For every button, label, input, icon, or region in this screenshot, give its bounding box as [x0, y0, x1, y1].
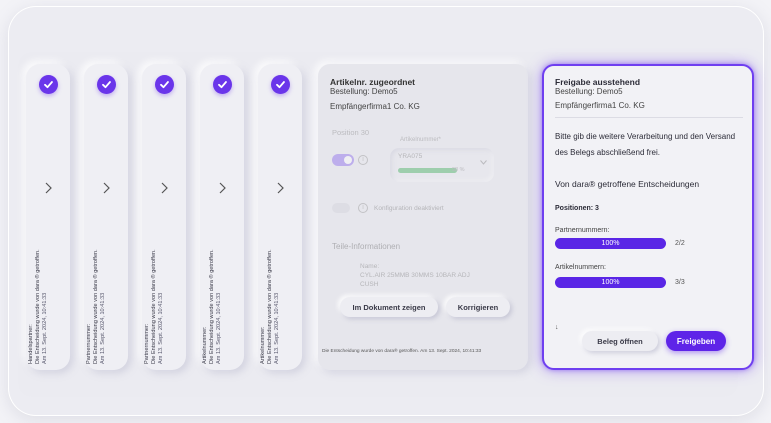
chevron-right-icon[interactable] — [42, 181, 54, 195]
release-message: Bitte gib die weitere Verarbeitung und d… — [555, 132, 736, 157]
check-icon — [213, 75, 232, 94]
article-number-value: YRA075 — [398, 153, 423, 160]
decision-description: Die Entscheidung wurde von dara ® getrof… — [209, 249, 215, 364]
decision-text: Partnernummer: Die Entscheidung wurde von… — [86, 214, 126, 364]
decision-date: Am 13. Sept. 2024, 10:41:33 — [274, 292, 280, 364]
show-in-document-button[interactable]: Im Dokument zeigen — [340, 297, 438, 317]
chevron-right-icon[interactable] — [100, 181, 112, 195]
arrow-down-icon: ↓ — [555, 324, 559, 331]
decision-date: Am 13. Sept. 2024, 10:41:33 — [216, 292, 222, 364]
confidence-percent: 98 % — [452, 167, 465, 173]
divider — [555, 117, 743, 118]
decision-label: Handelspartner: — [28, 324, 34, 364]
decision-card[interactable]: Artikelnummer: Die Entscheidung wurde von… — [200, 64, 244, 370]
configuration-toggle[interactable] — [332, 203, 350, 213]
article-numbers-label: Artikelnummern: — [555, 264, 606, 271]
decision-text: Artikelnummer: Die Entscheidung wurde von… — [202, 214, 242, 364]
decision-description: Die Entscheidung wurde von dara ® getrof… — [267, 249, 273, 364]
decision-description: Die Entscheidung wurde von dara ® getrof… — [35, 249, 41, 364]
check-icon — [97, 75, 116, 94]
check-icon — [271, 75, 290, 94]
chevron-right-icon[interactable] — [274, 181, 286, 195]
decision-description: Die Entscheidung wurde von dara ® getrof… — [151, 249, 157, 364]
parts-heading: Teile-Informationen — [332, 242, 401, 251]
detail-title: Artikelnr. zugeordnet — [330, 77, 416, 87]
detail-order: Bestellung: Demo5 — [330, 87, 398, 96]
detail-firm: Empfängerfirma1 Co. KG — [330, 102, 420, 111]
article-progress-bar: 100% — [555, 277, 666, 288]
detail-footer: Die Entscheidung wurde von dara® getroff… — [322, 349, 482, 354]
decision-label: Partnernummer: — [86, 323, 92, 364]
part-name: Name: CYL.AIR 25MMB 30MMS 10BAR ADJ CUSH — [360, 262, 470, 289]
info-icon: i — [358, 155, 368, 165]
decision-date: Am 13. Sept. 2024, 10:41:33 — [158, 292, 164, 364]
chevron-right-icon[interactable] — [216, 181, 228, 195]
release-title: Freigabe ausstehend — [555, 77, 641, 87]
detail-card: Artikelnr. zugeordnet Bestellung: Demo5 … — [318, 64, 528, 370]
position-label: Position 30 — [332, 128, 370, 137]
release-firm: Empfängerfirma1 Co. KG — [555, 101, 645, 110]
part-name-value: CYL.AIR 25MMB 30MMS 10BAR ADJ — [360, 272, 470, 279]
correct-button[interactable]: Korrigieren — [446, 297, 510, 317]
decision-date: Am 13. Sept. 2024, 10:41:33 — [42, 292, 48, 364]
release-order: Bestellung: Demo5 — [555, 87, 623, 96]
article-number-label: Artikelnummer* — [400, 137, 442, 143]
part-name-label: Name: — [360, 263, 380, 270]
decision-card[interactable]: Partnernummer: Die Entscheidung wurde von… — [84, 64, 128, 370]
release-card: Freigabe ausstehend Bestellung: Demo5 Em… — [542, 64, 754, 370]
check-icon — [155, 75, 174, 94]
decision-card[interactable]: Handelspartner: Die Entscheidung wurde vo… — [26, 64, 70, 370]
configuration-status: Konfiguration deaktiviert — [374, 205, 444, 212]
info-icon: i — [358, 203, 368, 213]
decision-text: Handelspartner: Die Entscheidung wurde vo… — [28, 214, 68, 364]
release-button[interactable]: Freigeben — [666, 331, 726, 351]
check-icon — [39, 75, 58, 94]
partner-count: 2/2 — [675, 240, 685, 247]
positions-count: Positionen: 3 — [555, 205, 599, 212]
decision-date: Am 13. Sept. 2024, 10:41:33 — [100, 292, 106, 364]
position-toggle[interactable] — [332, 154, 354, 166]
decision-description: Die Entscheidung wurde von dara ® getrof… — [93, 249, 99, 364]
decision-text: Artikelnummer: Die Entscheidung wurde von… — [260, 214, 300, 364]
confidence-bar — [398, 168, 457, 173]
decision-label: Artikelnummer: — [260, 326, 266, 364]
decision-label: Partnernummer: — [144, 323, 150, 364]
article-number-select[interactable]: Artikelnummer* YRA075 98 % — [390, 137, 494, 182]
partner-numbers-label: Partnernummern: — [555, 227, 610, 234]
partner-progress-bar: 100% — [555, 238, 666, 249]
open-document-button[interactable]: Beleg öffnen — [582, 331, 658, 351]
decision-text: Partnernummer: Die Entscheidung wurde von… — [144, 214, 184, 364]
article-count: 3/3 — [675, 279, 685, 286]
chevron-right-icon[interactable] — [158, 181, 170, 195]
decision-card[interactable]: Partnernummer: Die Entscheidung wurde von… — [142, 64, 186, 370]
chevron-down-icon — [480, 160, 487, 165]
part-name-value-cont: CUSH — [360, 281, 379, 288]
decision-label: Artikelnummer: — [202, 326, 208, 364]
decisions-heading: Von dara® getroffene Entscheidungen — [555, 179, 700, 189]
decision-card[interactable]: Artikelnummer: Die Entscheidung wurde von… — [258, 64, 302, 370]
